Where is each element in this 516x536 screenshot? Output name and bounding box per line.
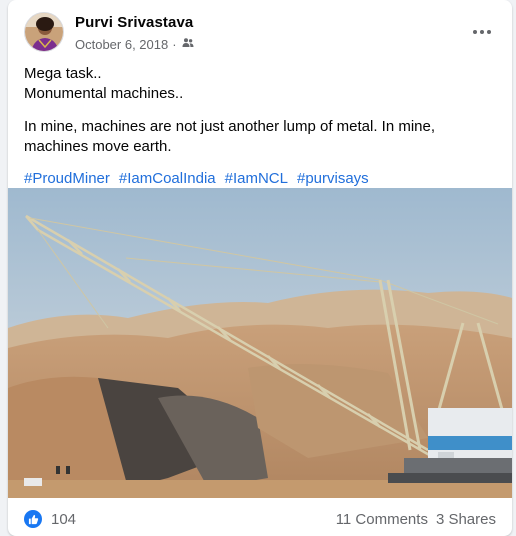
post-text: Mega task.. Monumental machines.. In min… xyxy=(24,64,496,189)
more-options-icon xyxy=(473,30,491,34)
friends-icon[interactable] xyxy=(182,37,194,52)
post-date[interactable]: October 6, 2018 xyxy=(75,37,168,52)
post-line: Mega task.. xyxy=(24,65,102,82)
shares-link[interactable]: 3 Shares xyxy=(436,511,496,528)
hashtag-list: #ProudMiner #IamCoalIndia #IamNCL #purvi… xyxy=(24,169,496,189)
post-photo[interactable] xyxy=(8,188,512,498)
more-options-button[interactable] xyxy=(466,16,498,48)
comments-link[interactable]: 11 Comments xyxy=(336,511,428,528)
hashtag-link[interactable]: #ProudMiner xyxy=(24,169,110,189)
post-line: Monumental machines.. xyxy=(24,85,184,102)
hashtag-link[interactable]: #IamCoalIndia xyxy=(119,169,216,189)
avatar[interactable] xyxy=(24,12,64,52)
like-icon[interactable] xyxy=(24,510,42,528)
reaction-count[interactable]: 104 xyxy=(51,511,76,528)
hashtag-link[interactable]: #purvisays xyxy=(297,169,369,189)
post-meta: October 6, 2018 · xyxy=(75,37,194,52)
reactions-bar: 104 11 Comments 3 Shares xyxy=(24,505,496,533)
post-card: Purvi Srivastava October 6, 2018 · Mega xyxy=(8,0,512,536)
hashtag-link[interactable]: #IamNCL xyxy=(225,169,288,189)
post-header: Purvi Srivastava October 6, 2018 · xyxy=(24,12,500,56)
post-paragraph: In mine, machines are not just another l… xyxy=(24,118,436,155)
author-name[interactable]: Purvi Srivastava xyxy=(75,14,193,31)
post-stats: 11 Comments 3 Shares xyxy=(336,511,496,528)
separator-dot: · xyxy=(172,37,177,52)
